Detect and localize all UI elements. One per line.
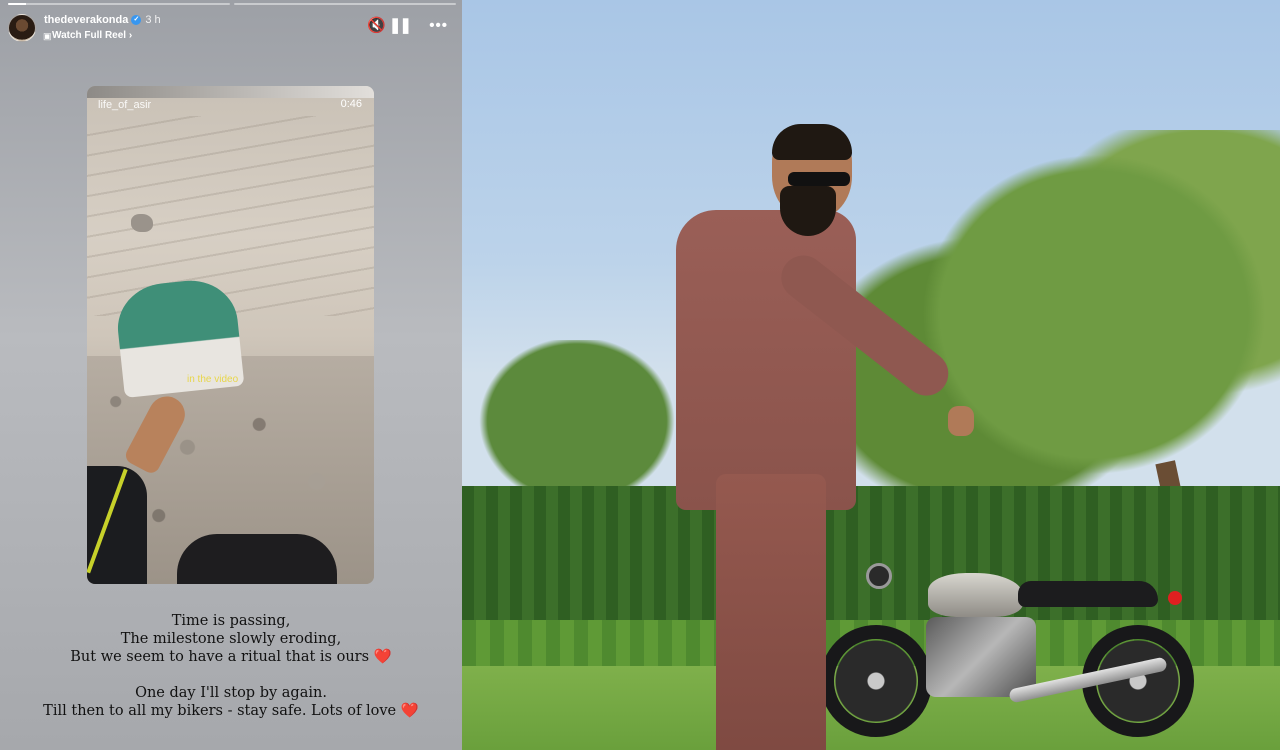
caption-gap (0, 666, 462, 684)
watch-full-reel-link[interactable]: Watch Full Reel › (52, 30, 132, 41)
reel-duration: 0:46 (340, 98, 362, 110)
story-progress-bar (8, 3, 456, 5)
reel-icon: ▣ (43, 31, 52, 41)
caption-line: But we seem to have a ritual that is our… (0, 648, 462, 666)
heart-icon: ❤️ (400, 703, 419, 719)
reel-stone (131, 214, 153, 232)
progress-fill (8, 3, 26, 5)
taillight (1168, 591, 1182, 605)
progress-segment (8, 3, 230, 5)
caption-text: But we seem to have a ritual that is our… (70, 649, 370, 665)
story-caption: Time is passing, The milestone slowly er… (0, 612, 462, 720)
caption-line: Till then to all my bikers - stay safe. … (0, 702, 462, 720)
shirt (676, 210, 856, 510)
instagram-story-panel: thedeverakonda ✓ 3 h ▣ Watch Full Reel › 🔇… (0, 0, 462, 750)
man-figure (676, 124, 986, 750)
username-link[interactable]: thedeverakonda (44, 14, 128, 26)
hand (948, 406, 974, 436)
caption-line: One day I'll stop by again. (135, 685, 327, 701)
verified-badge-icon: ✓ (131, 15, 142, 26)
hair (772, 124, 852, 160)
avatar[interactable] (8, 14, 36, 42)
watch-full-reel-label: Watch Full Reel (52, 30, 127, 41)
post-time: 3 h (145, 14, 161, 26)
pause-icon[interactable]: ❚❚ (389, 18, 412, 34)
reel-arm (87, 466, 147, 584)
shared-reel-preview[interactable]: life_of_asir 0:46 in the video (87, 86, 374, 584)
progress-segment (234, 3, 456, 5)
more-options-icon[interactable]: ••• (429, 18, 448, 34)
caption-text: Till then to all my bikers - stay safe. … (43, 703, 397, 719)
caption-line: Time is passing, (171, 613, 291, 629)
reel-overlay-text: in the video (187, 374, 239, 385)
chevron-right-icon: › (128, 30, 133, 41)
heart-icon: ❤️ (373, 649, 392, 665)
username-row: thedeverakonda ✓ 3 h (44, 14, 161, 26)
reel-sand (87, 116, 374, 316)
sunglasses (788, 172, 850, 186)
reel-leg (177, 534, 337, 584)
caption-line: The milestone slowly eroding, (120, 631, 342, 647)
reel-horizon (87, 86, 374, 98)
mute-icon[interactable]: 🔇 (367, 18, 386, 34)
photo-scene (462, 0, 1280, 750)
story-header: thedeverakonda ✓ 3 h ▣ Watch Full Reel › 🔇… (8, 12, 452, 46)
pants (716, 474, 826, 750)
seat (1018, 581, 1158, 607)
reel-username: life_of_asir (98, 99, 152, 111)
